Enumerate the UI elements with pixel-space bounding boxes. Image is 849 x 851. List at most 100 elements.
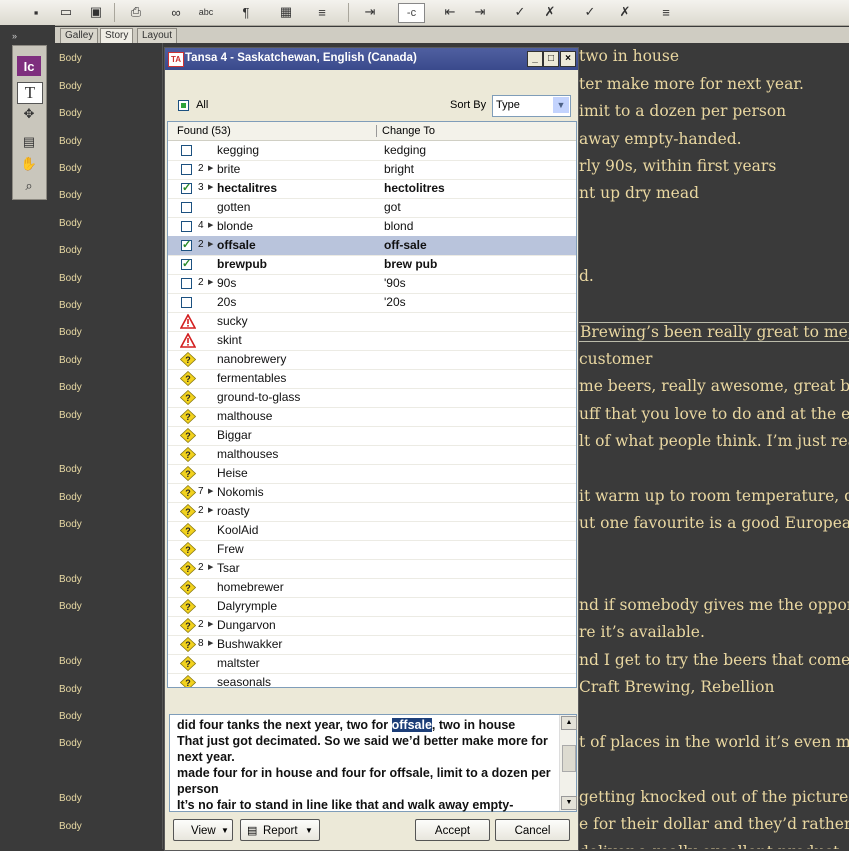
list-row[interactable]: 2 ▶ brite bright xyxy=(168,160,576,180)
column-change-to[interactable]: Change To xyxy=(382,125,435,137)
zoom-tool-icon[interactable]: ⌕ xyxy=(17,176,41,196)
expand-arrow-icon[interactable]: ▶ xyxy=(208,620,213,628)
accept-button[interactable]: Accept xyxy=(415,819,490,841)
tab-galley[interactable]: Galley xyxy=(60,28,99,43)
list-row[interactable]: ? nanobrewery xyxy=(168,350,576,370)
collapse-icon[interactable]: » xyxy=(12,31,17,41)
list-row[interactable]: gotten got xyxy=(168,198,576,218)
list-row[interactable]: ? Dalyrymple xyxy=(168,597,576,617)
change-to-word[interactable]: brew pub xyxy=(384,257,437,271)
tab-layout[interactable]: Layout xyxy=(137,28,178,43)
list-row[interactable]: ? 8 ▶ Bushwakker xyxy=(168,635,576,655)
list-row[interactable]: ? 2 ▶ Tsar xyxy=(168,559,576,579)
row-checkbox[interactable]: ✓ xyxy=(181,239,192,251)
sort-by-select[interactable]: Type ▼ xyxy=(492,95,571,117)
list-row[interactable]: sucky xyxy=(168,312,576,332)
list-row[interactable]: ? 7 ▶ Nokomis xyxy=(168,483,576,503)
list-row[interactable]: ? 2 ▶ Dungarvon xyxy=(168,616,576,636)
expand-arrow-icon[interactable]: ▶ xyxy=(208,278,213,286)
reject-change-icon[interactable]: ✗ xyxy=(540,3,560,21)
list-row[interactable]: ? malthouses xyxy=(168,445,576,465)
dialog-titlebar[interactable]: TA Tansa 4 - Saskatchewan, English (Cana… xyxy=(165,48,578,70)
row-checkbox[interactable] xyxy=(181,202,192,213)
accept-change-icon[interactable]: ✓ xyxy=(510,3,530,21)
list-row[interactable]: ? 2 ▶ roasty xyxy=(168,502,576,522)
cancel-button[interactable]: Cancel xyxy=(495,819,570,841)
maximize-button[interactable]: □ xyxy=(543,51,559,67)
paragraph-style-label[interactable]: Body xyxy=(59,327,82,338)
paragraph-style-label[interactable]: Body xyxy=(59,163,82,174)
row-checkbox[interactable]: ✓ xyxy=(181,258,192,270)
list-row[interactable]: ? seasonals xyxy=(168,673,576,687)
context-scrollbar[interactable]: ▲ ▼ xyxy=(559,715,577,811)
list-row[interactable]: ? Heise xyxy=(168,464,576,484)
paragraph-style-label[interactable]: Body xyxy=(59,190,82,201)
expand-arrow-icon[interactable]: ▶ xyxy=(208,183,213,191)
type-tool-icon[interactable]: T xyxy=(17,82,43,104)
list-row[interactable]: 2 ▶ 90s '90s xyxy=(168,274,576,294)
paragraph-style-label[interactable]: Body xyxy=(59,464,82,475)
change-to-word[interactable]: kedging xyxy=(384,143,426,157)
note-tool-icon[interactable]: ▤ xyxy=(17,132,41,152)
change-to-word[interactable]: got xyxy=(384,200,401,214)
paragraph-style-label[interactable]: Body xyxy=(59,821,82,832)
paragraph-style-label[interactable]: Body xyxy=(59,738,82,749)
paragraph-style-label[interactable]: Body xyxy=(59,218,82,229)
paragraph-style-label[interactable]: Body xyxy=(59,519,82,530)
story-editor[interactable]: two in house ter make more for next year.… xyxy=(577,43,849,849)
report-button[interactable]: ▤ Report ▼ xyxy=(240,819,320,841)
next-change-icon[interactable]: ⇥ xyxy=(470,3,490,21)
list-row[interactable]: ? ground-to-glass xyxy=(168,388,576,408)
row-checkbox[interactable] xyxy=(181,221,192,232)
change-to-word[interactable]: off-sale xyxy=(384,238,427,252)
all-checkbox[interactable] xyxy=(178,99,189,111)
position-tool-icon[interactable]: ✥ xyxy=(17,104,41,124)
list-row[interactable]: ? fermentables xyxy=(168,369,576,389)
change-to-word[interactable]: bright xyxy=(384,162,414,176)
new-document-icon[interactable]: ▪ xyxy=(26,3,46,21)
row-checkbox[interactable] xyxy=(181,297,192,308)
tab-story[interactable]: Story xyxy=(100,28,134,43)
open-folder-icon[interactable]: ▭ xyxy=(56,3,76,21)
scroll-thumb[interactable] xyxy=(562,745,576,772)
scroll-up-icon[interactable]: ▲ xyxy=(561,716,577,730)
all-toggle[interactable]: All xyxy=(178,99,208,111)
paragraph-style-label[interactable]: Body xyxy=(59,300,82,311)
paragraph-style-label[interactable]: Body xyxy=(59,355,82,366)
pilcrow-icon[interactable]: ¶ xyxy=(236,3,256,21)
list-row[interactable]: skint xyxy=(168,331,576,351)
row-checkbox[interactable] xyxy=(181,145,192,156)
accept-all-icon[interactable]: ✓ xyxy=(580,3,600,21)
paragraph-style-label[interactable]: Body xyxy=(59,53,82,64)
paragraph-style-label[interactable]: Body xyxy=(59,574,82,585)
paragraph-style-label[interactable]: Body xyxy=(59,601,82,612)
print-icon[interactable]: ⎙ xyxy=(126,3,146,21)
find-binoculars-icon[interactable]: ∞ xyxy=(166,3,186,21)
column-found[interactable]: Found (53) xyxy=(177,125,231,137)
options-menu-icon[interactable]: ≡ xyxy=(656,3,676,21)
expand-arrow-icon[interactable]: ▶ xyxy=(208,563,213,571)
paragraph-style-label[interactable]: Body xyxy=(59,108,82,119)
save-icon[interactable]: ▣ xyxy=(86,3,106,21)
hand-tool-icon[interactable]: ✋ xyxy=(17,154,41,174)
change-to-word[interactable]: blond xyxy=(384,219,413,233)
view-button[interactable]: View ▼ xyxy=(173,819,233,841)
list-row[interactable]: 4 ▶ blonde blond xyxy=(168,217,576,237)
paragraph-style-label[interactable]: Body xyxy=(59,81,82,92)
expand-arrow-icon[interactable]: ▶ xyxy=(208,240,213,248)
list-row[interactable]: ? maltster xyxy=(168,654,576,674)
paragraph-style-label[interactable]: Body xyxy=(59,245,82,256)
list-row[interactable]: ✓ 3 ▶ hectalitres hectolitres xyxy=(168,179,576,199)
expand-arrow-icon[interactable]: ▶ xyxy=(208,221,213,229)
expand-arrow-icon[interactable]: ▶ xyxy=(208,506,213,514)
list-row[interactable]: ? Frew xyxy=(168,540,576,560)
list-row[interactable]: 20s '20s xyxy=(168,293,576,313)
paragraph-style-label[interactable]: Body xyxy=(59,492,82,503)
paragraph-style-label[interactable]: Body xyxy=(59,711,82,722)
column-divider[interactable] xyxy=(376,125,377,137)
paragraph-style-label[interactable]: Body xyxy=(59,136,82,147)
paragraph-style-label[interactable]: Body xyxy=(59,793,82,804)
reject-all-icon[interactable]: ✗ xyxy=(615,3,635,21)
scroll-down-icon[interactable]: ▼ xyxy=(561,796,577,810)
list-row[interactable]: ? homebrewer xyxy=(168,578,576,598)
